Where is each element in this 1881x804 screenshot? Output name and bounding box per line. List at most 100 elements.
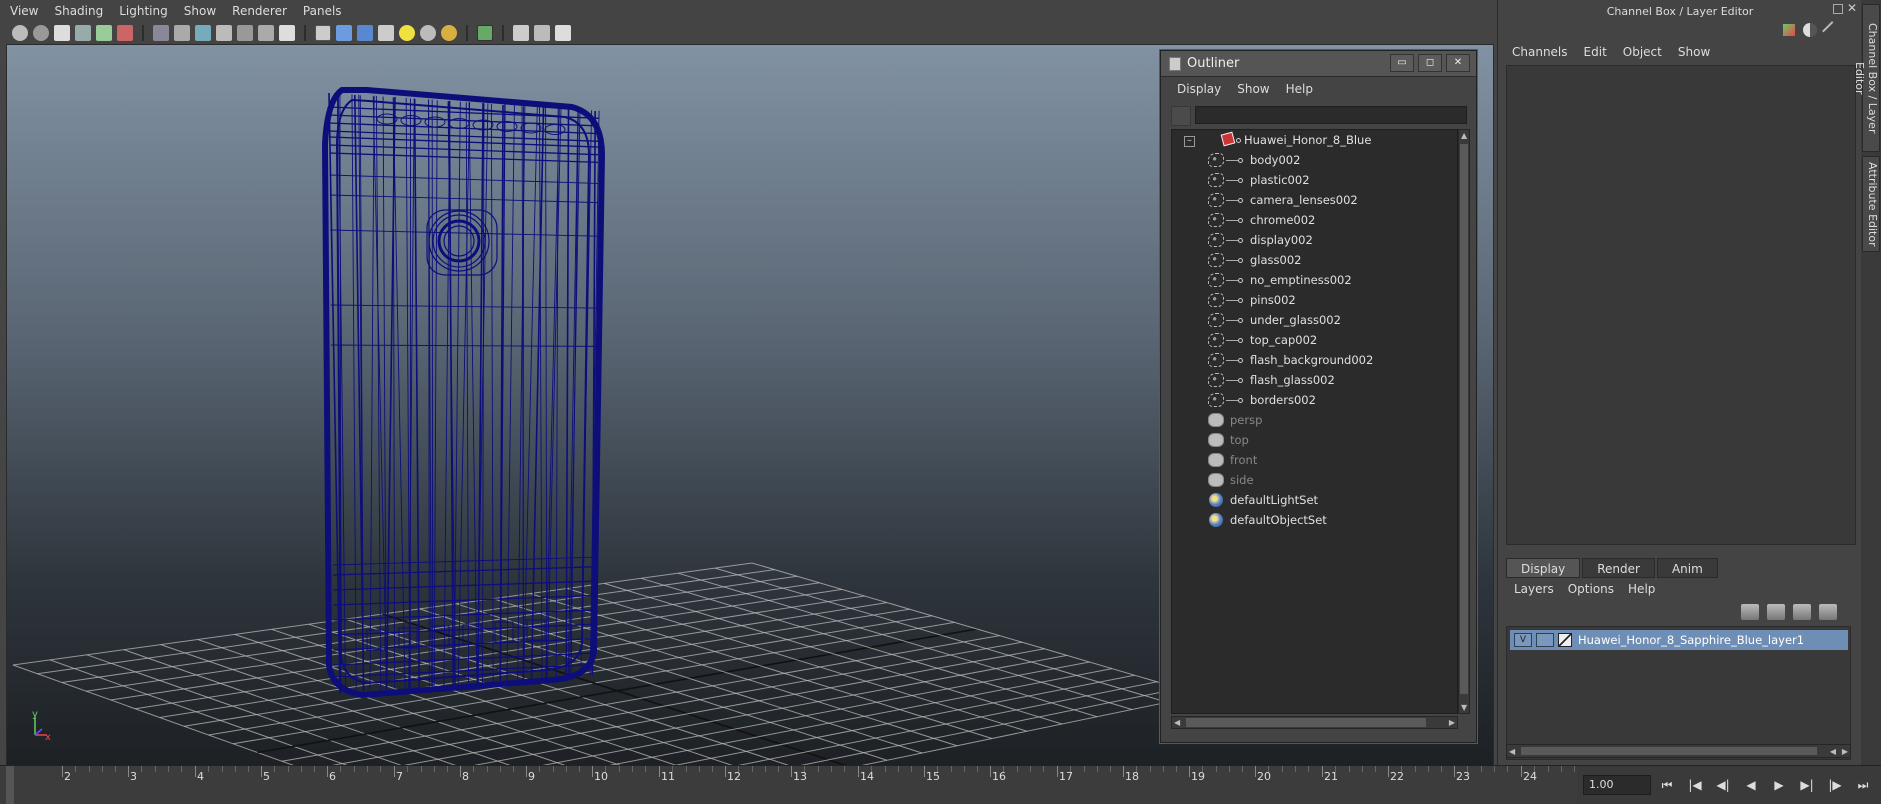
step-forward-frame-icon[interactable]: ▶| <box>1798 776 1816 794</box>
scroll-thumb[interactable] <box>1521 747 1817 755</box>
outliner-window[interactable]: Outliner ▭ ◻ ✕ Display Show Help – Huawe… <box>1160 50 1477 743</box>
resolution-gate-icon[interactable] <box>195 25 211 41</box>
image-plane-icon[interactable] <box>75 25 91 41</box>
move-layer-down-icon[interactable] <box>1767 604 1785 620</box>
panel-close-icon[interactable]: ✕ <box>1847 1 1857 15</box>
layer-menu-layers[interactable]: Layers <box>1514 582 1554 596</box>
search-filter-icon[interactable] <box>1171 106 1191 126</box>
isolate-select-icon[interactable] <box>477 25 493 41</box>
pin-icon[interactable] <box>117 25 133 41</box>
layer-visibility-toggle[interactable]: V <box>1514 633 1532 647</box>
scroll-down-icon[interactable]: ▼ <box>1461 703 1467 712</box>
phone-wireframe-mesh[interactable] <box>321 87 606 699</box>
tree-row-child[interactable]: plastic002 <box>1172 170 1457 190</box>
wireframe-on-shaded-icon[interactable] <box>357 25 373 41</box>
move-layer-up-icon[interactable] <box>1741 604 1759 620</box>
menu-view[interactable]: View <box>10 4 38 18</box>
outliner-vertical-scrollbar[interactable]: ▲ ▼ <box>1458 129 1470 714</box>
side-tab-channel-box[interactable]: Channel Box / Layer Editor <box>1853 4 1880 152</box>
go-to-end-icon[interactable]: ⏭ <box>1854 776 1872 794</box>
outliner-horizontal-scrollbar[interactable]: ◀ ▶ <box>1171 716 1458 729</box>
side-tab-attribute-editor[interactable]: Attribute Editor <box>1862 156 1880 252</box>
step-back-key-icon[interactable]: |◀ <box>1686 776 1704 794</box>
shadows-icon[interactable] <box>420 25 436 41</box>
channel-box-menu-show[interactable]: Show <box>1678 45 1710 59</box>
channel-box-tool-icon[interactable] <box>1783 24 1795 36</box>
tab-display[interactable]: Display <box>1506 558 1581 578</box>
scroll-left-icon[interactable]: ◀ <box>1174 718 1180 727</box>
scroll-right-icon[interactable]: ▶ <box>1842 747 1848 756</box>
lock-camera-icon[interactable] <box>33 25 49 41</box>
tree-row-child[interactable]: pins002 <box>1172 290 1457 310</box>
menu-shading[interactable]: Shading <box>54 4 103 18</box>
tree-row-camera[interactable]: side <box>1172 470 1457 490</box>
tree-row-set[interactable]: defaultLightSet <box>1172 490 1457 510</box>
tab-anim[interactable]: Anim <box>1656 558 1718 578</box>
smooth-shade-icon[interactable] <box>336 25 352 41</box>
new-empty-layer-icon[interactable] <box>1793 604 1811 620</box>
outliner-menu-help[interactable]: Help <box>1286 82 1313 96</box>
tree-row-camera[interactable]: top <box>1172 430 1457 450</box>
time-ruler[interactable]: 2 3 4 5 6 7 8 9 10 11 12 13 14 15 16 17 18 19 20 21 22 23 24 <box>0 766 1577 804</box>
gate-mask-icon[interactable] <box>216 25 232 41</box>
channel-box-menu-channels[interactable]: Channels <box>1512 45 1568 59</box>
safe-title-icon[interactable] <box>279 25 295 41</box>
step-forward-key-icon[interactable]: |▶ <box>1826 776 1844 794</box>
tree-row-root[interactable]: – Huawei_Honor_8_Blue <box>1172 130 1457 150</box>
scroll-thumb[interactable] <box>1460 144 1468 694</box>
tree-row-child[interactable]: under_glass002 <box>1172 310 1457 330</box>
outliner-tree[interactable]: – Huawei_Honor_8_Blue body002 plastic002… <box>1171 129 1458 714</box>
minimize-icon[interactable]: ▭ <box>1390 54 1414 72</box>
xray-joints-icon[interactable] <box>534 25 550 41</box>
menu-lighting[interactable]: Lighting <box>119 4 168 18</box>
tree-row-child[interactable]: glass002 <box>1172 250 1457 270</box>
scroll-right-icon[interactable]: ▶ <box>1449 718 1455 727</box>
tree-row-camera[interactable]: persp <box>1172 410 1457 430</box>
collapse-toggle-icon[interactable]: – <box>1184 136 1195 147</box>
layer-display-type-toggle[interactable] <box>1536 633 1554 647</box>
safe-action-icon[interactable] <box>258 25 274 41</box>
field-chart-icon[interactable] <box>237 25 253 41</box>
share-icon[interactable] <box>555 25 571 41</box>
textured-icon[interactable] <box>378 25 394 41</box>
play-backwards-icon[interactable]: ◀ <box>1742 776 1760 794</box>
play-forwards-icon[interactable]: ▶ <box>1770 776 1788 794</box>
outliner-menu-show[interactable]: Show <box>1237 82 1269 96</box>
layer-menu-help[interactable]: Help <box>1628 582 1655 596</box>
grease-pencil-icon[interactable] <box>96 25 112 41</box>
scroll-left-icon[interactable]: ◀ <box>1509 747 1515 756</box>
current-time-indicator[interactable] <box>6 766 14 804</box>
layer-color-swatch[interactable] <box>1558 633 1572 647</box>
select-camera-icon[interactable] <box>12 25 28 41</box>
layer-list[interactable]: V Huawei_Honor_8_Sapphire_Blue_layer1 <box>1506 626 1851 760</box>
close-icon[interactable]: ✕ <box>1446 54 1470 72</box>
channel-box-area[interactable] <box>1506 65 1856 545</box>
channel-box-menu-object[interactable]: Object <box>1623 45 1662 59</box>
tree-row-child[interactable]: borders002 <box>1172 390 1457 410</box>
grid-icon[interactable] <box>153 25 169 41</box>
outliner-titlebar[interactable]: Outliner ▭ ◻ ✕ <box>1161 51 1476 77</box>
maximize-icon[interactable]: ◻ <box>1418 54 1442 72</box>
tree-row-set[interactable]: defaultObjectSet <box>1172 510 1457 530</box>
channel-box-pin-icon[interactable] <box>1822 21 1842 41</box>
tree-row-camera[interactable]: front <box>1172 450 1457 470</box>
channel-box-menu-edit[interactable]: Edit <box>1584 45 1607 59</box>
tree-row-child[interactable]: body002 <box>1172 150 1457 170</box>
menu-renderer[interactable]: Renderer <box>232 4 287 18</box>
scroll-up-icon[interactable]: ▲ <box>1461 131 1467 140</box>
layer-menu-options[interactable]: Options <box>1568 582 1614 596</box>
film-gate-icon[interactable] <box>174 25 190 41</box>
panel-float-icon[interactable] <box>1833 4 1843 14</box>
layer-row[interactable]: V Huawei_Honor_8_Sapphire_Blue_layer1 <box>1510 630 1848 650</box>
channel-box-toggle-icon[interactable] <box>1803 23 1817 37</box>
tree-row-child[interactable]: display002 <box>1172 230 1457 250</box>
tree-row-child[interactable]: chrome002 <box>1172 210 1457 230</box>
layer-list-scrollbar[interactable]: ◀ ◀ ▶ <box>1506 744 1851 758</box>
menu-panels[interactable]: Panels <box>303 4 342 18</box>
tree-row-child[interactable]: no_emptiness002 <box>1172 270 1457 290</box>
menu-show[interactable]: Show <box>184 4 216 18</box>
scroll-thumb[interactable] <box>1186 718 1426 727</box>
go-to-start-icon[interactable]: ⏮ <box>1658 776 1676 794</box>
tree-row-child[interactable]: flash_glass002 <box>1172 370 1457 390</box>
scroll-right-icon[interactable]: ◀ <box>1830 747 1836 756</box>
